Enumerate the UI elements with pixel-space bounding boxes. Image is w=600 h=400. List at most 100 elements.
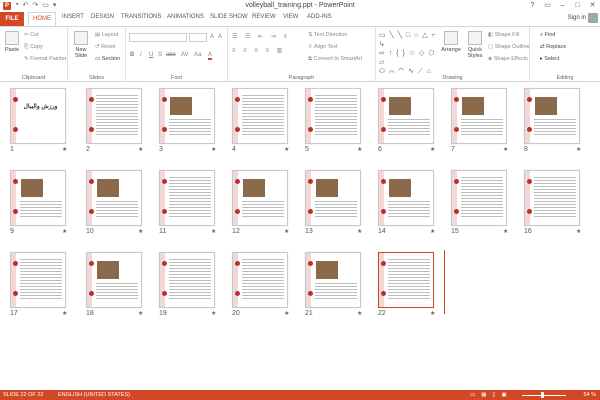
slide-thumbnail[interactable]: [232, 170, 288, 226]
user-avatar-icon[interactable]: [588, 13, 598, 23]
font-color-button[interactable]: A: [208, 52, 213, 60]
slide-thumbnail[interactable]: [378, 88, 434, 144]
transition-star-icon[interactable]: ★: [503, 228, 508, 235]
transition-star-icon[interactable]: ★: [211, 310, 216, 317]
find-button[interactable]: ⌕ Find: [540, 32, 555, 39]
slide-thumbnail[interactable]: [378, 170, 434, 226]
reset-button[interactable]: ↺ Reset: [95, 44, 116, 50]
tab-review[interactable]: REVIEW: [252, 14, 276, 20]
slideshow-view-icon[interactable]: ▣: [501, 390, 506, 400]
align-text-button[interactable]: ⇳ Align Text: [308, 44, 338, 50]
change-case-button[interactable]: Aa: [194, 52, 201, 58]
slide-thumbnail[interactable]: [232, 252, 288, 308]
format-painter-button[interactable]: ✎ Format Painter: [24, 56, 67, 62]
sign-in-link[interactable]: Sign in: [568, 15, 586, 21]
minimize-button[interactable]: –: [555, 0, 570, 11]
new-slide-button[interactable]: New Slide: [71, 31, 91, 59]
zoom-slider-knob[interactable]: [541, 392, 544, 398]
tab-add-ins[interactable]: ADD-INS: [307, 14, 332, 20]
normal-view-icon[interactable]: ▭: [470, 390, 475, 400]
shrink-font-icon[interactable]: A: [218, 34, 222, 40]
slide-thumbnail[interactable]: [524, 88, 580, 144]
shape-outline-button[interactable]: ▢ Shape Outline: [488, 44, 530, 50]
grow-font-icon[interactable]: A: [210, 34, 214, 40]
tab-file[interactable]: FILE: [0, 12, 24, 26]
tab-animations[interactable]: ANIMATIONS: [167, 14, 204, 20]
transition-star-icon[interactable]: ★: [284, 228, 289, 235]
transition-star-icon[interactable]: ★: [284, 310, 289, 317]
replace-button[interactable]: ⇄ Replace: [540, 44, 566, 50]
transition-star-icon[interactable]: ★: [211, 228, 216, 235]
paste-button[interactable]: Paste: [3, 31, 21, 53]
zoom-slider[interactable]: [522, 395, 566, 396]
slide-thumbnail[interactable]: [86, 252, 142, 308]
slide-thumbnail[interactable]: [159, 88, 215, 144]
language-indicator[interactable]: ENGLISH (UNITED STATES): [58, 390, 130, 400]
section-button[interactable]: ▭ Section: [95, 56, 120, 62]
slide-thumbnail[interactable]: [305, 88, 361, 144]
slide-thumbnail[interactable]: [159, 170, 215, 226]
tab-design[interactable]: DESIGN: [91, 14, 114, 20]
reading-view-icon[interactable]: ▯: [492, 390, 495, 400]
slide-thumbnail[interactable]: [10, 170, 66, 226]
strikethrough-button[interactable]: abc: [166, 52, 176, 58]
slide-thumbnail[interactable]: [232, 88, 288, 144]
shape-effects-button[interactable]: ◈ Shape Effects: [488, 56, 528, 62]
font-size-combo[interactable]: [189, 33, 207, 42]
slide-thumbnail[interactable]: [524, 170, 580, 226]
text-direction-button[interactable]: ⇅ Text Direction: [308, 32, 347, 38]
slide-thumbnail[interactable]: [451, 170, 507, 226]
close-button[interactable]: ✕: [585, 0, 600, 11]
transition-star-icon[interactable]: ★: [357, 310, 362, 317]
copy-button[interactable]: ⎘ Copy: [24, 44, 43, 51]
transition-star-icon[interactable]: ★: [576, 228, 581, 235]
slide-thumbnail[interactable]: [86, 88, 142, 144]
transition-star-icon[interactable]: ★: [138, 228, 143, 235]
transition-star-icon[interactable]: ★: [430, 310, 435, 317]
layout-button[interactable]: ▤ Layout: [95, 32, 118, 38]
shadow-button[interactable]: S: [158, 52, 162, 58]
alignment-buttons-icon[interactable]: ≡ ≡ ≡ ≡ ▥: [232, 47, 285, 54]
slide-thumbnail[interactable]: [451, 88, 507, 144]
convert-smartart-button[interactable]: ⧉ Convert to SmartArt: [308, 56, 362, 63]
list-buttons-icon[interactable]: ☰ ☰ ⇤ ⇥ ≡: [232, 33, 290, 40]
bold-button[interactable]: B: [130, 52, 134, 58]
transition-star-icon[interactable]: ★: [138, 310, 143, 317]
sorter-view-icon[interactable]: ▦: [481, 390, 486, 400]
arrange-button[interactable]: Arrange: [440, 31, 462, 53]
char-spacing-button[interactable]: AV: [181, 52, 189, 58]
transition-star-icon[interactable]: ★: [430, 146, 435, 153]
transition-star-icon[interactable]: ★: [62, 310, 67, 317]
zoom-level[interactable]: 54 %: [583, 390, 596, 400]
italic-button[interactable]: I: [140, 52, 142, 58]
transition-star-icon[interactable]: ★: [576, 146, 581, 153]
cut-button[interactable]: ✂ Cut: [24, 32, 39, 38]
tab-insert[interactable]: INSERT: [62, 14, 84, 20]
slide-thumbnail[interactable]: [86, 170, 142, 226]
transition-star-icon[interactable]: ★: [357, 146, 362, 153]
transition-star-icon[interactable]: ★: [430, 228, 435, 235]
slide-thumbnail[interactable]: [305, 252, 361, 308]
shape-fill-button[interactable]: ◧ Shape Fill: [488, 32, 519, 38]
maximize-button[interactable]: □: [570, 0, 585, 11]
slide-thumbnail[interactable]: [159, 252, 215, 308]
tab-home[interactable]: HOME: [28, 12, 56, 26]
transition-star-icon[interactable]: ★: [357, 228, 362, 235]
slide-thumbnail[interactable]: [378, 252, 434, 308]
tab-transitions[interactable]: TRANSITIONS: [121, 14, 161, 20]
help-button[interactable]: ?: [525, 0, 540, 11]
transition-star-icon[interactable]: ★: [284, 146, 289, 153]
transition-star-icon[interactable]: ★: [62, 228, 67, 235]
slide-thumbnail[interactable]: [10, 252, 66, 308]
transition-star-icon[interactable]: ★: [503, 146, 508, 153]
ribbon-display-button[interactable]: ▭: [540, 0, 555, 11]
shapes-gallery[interactable]: ▭ ╲ ╲ □ ○ △ ⌐ ↳ ⇨ ↑ { } ☆ ◇ ⬡ ▱ ⬭ ⌒ ◠ ∿ ⟋ …: [379, 31, 437, 75]
transition-star-icon[interactable]: ★: [211, 146, 216, 153]
select-button[interactable]: ▸ Select: [540, 56, 560, 62]
transition-star-icon[interactable]: ★: [62, 146, 67, 153]
underline-button[interactable]: U: [149, 52, 153, 58]
tab-view[interactable]: VIEW: [283, 14, 298, 20]
transition-star-icon[interactable]: ★: [138, 146, 143, 153]
quick-styles-button[interactable]: Quick Styles: [464, 31, 486, 59]
tab-slide-show[interactable]: SLIDE SHOW: [210, 14, 248, 20]
